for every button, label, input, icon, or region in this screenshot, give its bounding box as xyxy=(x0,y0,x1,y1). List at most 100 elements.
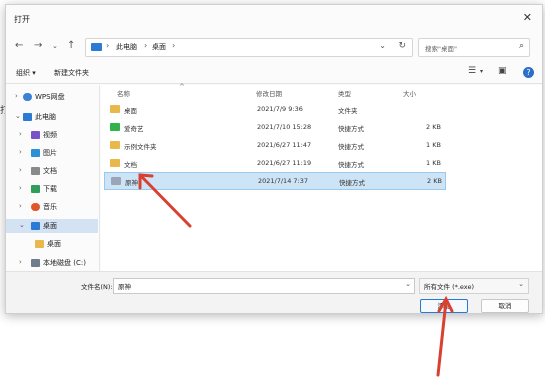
file-date: 2021/6/27 11:19 xyxy=(257,159,312,167)
address-bar[interactable]: › 此电脑 › 桌面 › ⌄ ↻ xyxy=(85,38,413,57)
file-name: 原神 xyxy=(125,179,138,187)
sidebar-item-local-disk[interactable]: › 本地磁盘 (C:) xyxy=(6,256,98,270)
column-header-type[interactable]: 类型 xyxy=(338,88,351,98)
sort-ascending-icon: ^ xyxy=(179,83,185,91)
add-button[interactable]: 添加 xyxy=(420,299,468,313)
toolbar-divider xyxy=(6,83,542,84)
refresh-icon[interactable]: ↻ xyxy=(398,41,406,51)
file-date: 2021/7/10 15:28 xyxy=(257,123,312,131)
breadcrumb-desktop[interactable]: 桌面 xyxy=(152,42,166,52)
sidebar-item-pictures[interactable]: › 图片 xyxy=(6,146,98,160)
chevron-right-icon[interactable]: › xyxy=(19,130,22,138)
chevron-down-icon[interactable]: ⌄ xyxy=(15,112,21,120)
navigation-pane: › WPS网盘 ⌄ 此电脑 › 视频 › 图片 › 文档 › 下载 › 音乐 ⌄… xyxy=(6,85,98,271)
preview-pane-icon[interactable]: ▣ xyxy=(498,66,507,76)
folder-icon xyxy=(110,105,120,113)
sidebar-item-documents[interactable]: › 文档 xyxy=(6,164,98,178)
sidebar-item-label: 桌面 xyxy=(47,240,61,248)
sidebar-item-label: WPS网盘 xyxy=(35,93,65,101)
pictures-icon xyxy=(31,149,40,157)
sidebar-item-label: 此电脑 xyxy=(35,113,56,121)
up-icon[interactable]: ↑ xyxy=(67,40,75,51)
title-bar: 打开 ✕ xyxy=(6,5,542,33)
chevron-right-icon[interactable]: › xyxy=(19,258,22,266)
computer-icon xyxy=(23,113,32,121)
file-date: 2021/7/14 7:37 xyxy=(258,177,308,185)
new-folder-button[interactable]: 新建文件夹 xyxy=(54,68,89,78)
address-dropdown-icon[interactable]: ⌄ xyxy=(379,41,386,50)
folder-shortcut-icon xyxy=(110,159,120,167)
desktop-icon xyxy=(31,222,40,230)
file-row-selected[interactable]: 原神 2021/7/14 7:37 快捷方式 2 KB xyxy=(104,172,446,190)
window-title: 打开 xyxy=(14,15,30,24)
file-row[interactable]: 爱奇艺 2021/7/10 15:28 快捷方式 2 KB xyxy=(104,119,444,135)
chevron-down-icon[interactable]: ⌄ xyxy=(518,280,524,288)
file-date: 2021/6/27 11:47 xyxy=(257,141,312,149)
file-type: 快捷方式 xyxy=(338,161,364,169)
sidebar-item-label: 音乐 xyxy=(43,203,57,211)
file-size: 2 KB xyxy=(426,123,441,131)
column-header-size[interactable]: 大小 xyxy=(403,88,416,98)
column-header-date[interactable]: 修改日期 xyxy=(256,88,282,98)
pane-splitter[interactable] xyxy=(99,85,100,271)
chevron-right-icon[interactable]: › xyxy=(15,92,18,100)
sidebar-item-downloads[interactable]: › 下载 xyxy=(6,182,98,196)
filename-value: 原神 xyxy=(118,283,131,291)
file-name: 文档 xyxy=(124,161,137,169)
video-icon xyxy=(31,131,40,139)
file-name: 爱奇艺 xyxy=(124,125,144,133)
chevron-right-icon[interactable]: › xyxy=(19,148,22,156)
chevron-down-icon[interactable]: ⌄ xyxy=(19,221,25,229)
close-icon[interactable]: ✕ xyxy=(523,11,532,24)
sidebar-item-this-pc[interactable]: ⌄ 此电脑 xyxy=(6,110,98,124)
file-type-select[interactable]: 所有文件 (*.exe) ⌄ xyxy=(419,278,529,294)
organize-button[interactable]: 组织 ▾ xyxy=(16,68,36,78)
search-box[interactable]: 搜索"桌面" ⌕ xyxy=(418,38,530,57)
file-row[interactable]: 文档 2021/6/27 11:19 快捷方式 1 KB xyxy=(104,155,444,171)
file-row[interactable]: 示例文件夹 2021/6/27 11:47 快捷方式 1 KB xyxy=(104,137,444,153)
breadcrumb-this-pc[interactable]: 此电脑 xyxy=(116,42,137,52)
file-row[interactable]: 桌面 2021/7/9 9:36 文件夹 xyxy=(104,101,444,117)
recent-dropdown-icon[interactable]: ⌄ xyxy=(52,42,58,50)
chevron-right-icon[interactable]: › xyxy=(144,41,147,50)
chevron-right-icon[interactable]: › xyxy=(19,166,22,174)
sidebar-item-label: 文档 xyxy=(43,167,57,175)
cloud-icon xyxy=(23,93,32,101)
file-type: 文件夹 xyxy=(338,107,358,115)
search-icon[interactable]: ⌕ xyxy=(519,41,524,51)
chevron-right-icon[interactable]: › xyxy=(19,202,22,210)
file-type: 快捷方式 xyxy=(338,125,364,133)
sidebar-item-videos[interactable]: › 视频 xyxy=(6,128,98,142)
dialog-footer: 文件名(N): 原神 ⌄ 所有文件 (*.exe) ⌄ 添加 取消 xyxy=(6,271,542,313)
toolbar: 组织 ▾ 新建文件夹 ☰ ▾ ▣ ? xyxy=(6,63,542,83)
file-name: 示例文件夹 xyxy=(124,143,157,151)
column-header-name[interactable]: 名称 xyxy=(117,88,130,98)
documents-icon xyxy=(31,167,40,175)
chevron-right-icon[interactable]: › xyxy=(19,184,22,192)
help-icon[interactable]: ? xyxy=(523,67,534,78)
sidebar-item-desktop-folder[interactable]: 桌面 xyxy=(6,237,98,251)
file-list: 名称 ^ 修改日期 类型 大小 桌面 2021/7/9 9:36 文件夹 爱奇艺… xyxy=(101,83,542,271)
forward-icon[interactable]: → xyxy=(34,40,42,51)
chevron-right-icon[interactable]: › xyxy=(106,41,109,50)
view-options-icon[interactable]: ☰ xyxy=(468,66,476,76)
file-date: 2021/7/9 9:36 xyxy=(257,105,303,113)
view-dropdown-icon[interactable]: ▾ xyxy=(480,68,483,75)
file-size: 1 KB xyxy=(426,141,441,149)
sidebar-item-wps-cloud[interactable]: › WPS网盘 xyxy=(6,90,98,104)
file-type-value: 所有文件 (*.exe) xyxy=(424,283,474,291)
game-shortcut-icon xyxy=(111,177,121,185)
chevron-right-icon[interactable]: › xyxy=(172,41,175,50)
sidebar-item-label: 本地磁盘 (C:) xyxy=(43,259,86,267)
search-placeholder: 搜索"桌面" xyxy=(425,45,457,53)
drive-icon xyxy=(31,259,40,267)
computer-icon xyxy=(91,43,102,51)
sidebar-item-label: 桌面 xyxy=(43,222,57,230)
sidebar-item-music[interactable]: › 音乐 xyxy=(6,200,98,214)
cancel-button[interactable]: 取消 xyxy=(481,299,529,313)
sidebar-item-desktop[interactable]: ⌄ 桌面 xyxy=(6,219,98,233)
back-icon[interactable]: ← xyxy=(15,40,23,51)
sidebar-item-label: 视频 xyxy=(43,131,57,139)
filename-input[interactable]: 原神 ⌄ xyxy=(113,278,415,294)
chevron-down-icon[interactable]: ⌄ xyxy=(405,280,411,288)
